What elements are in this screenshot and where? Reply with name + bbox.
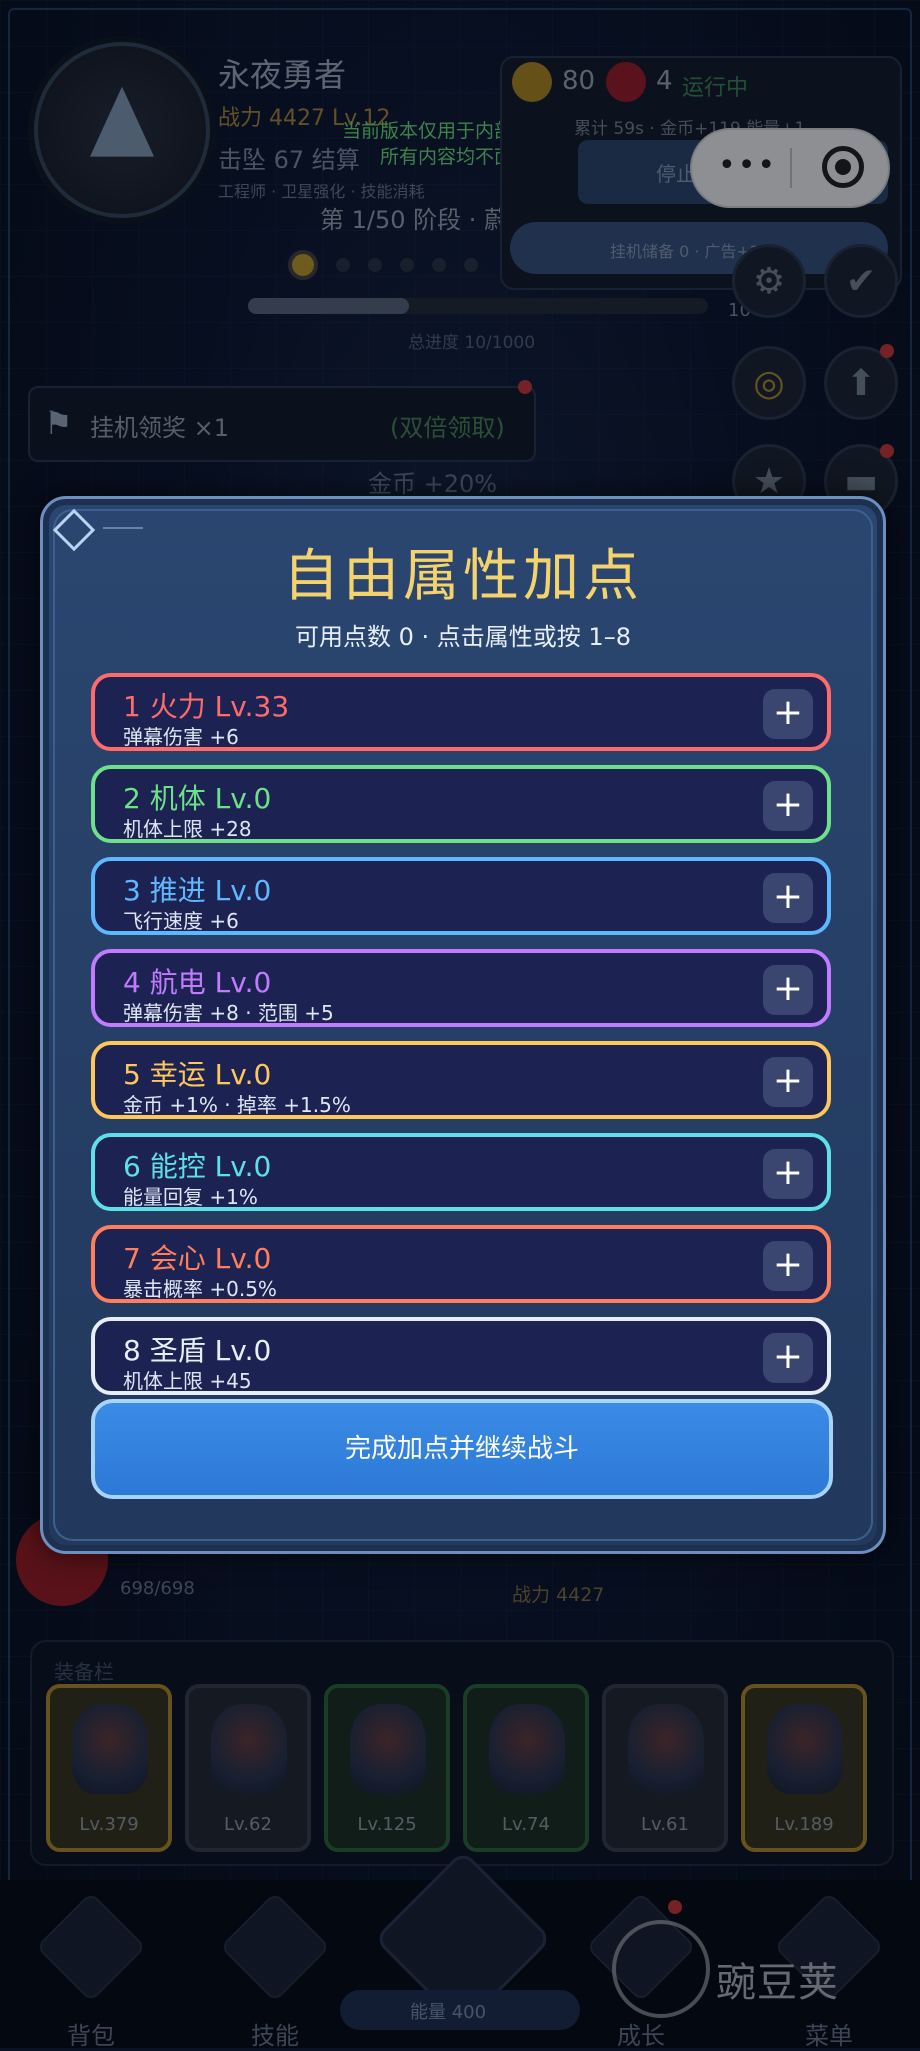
add-point-button[interactable]: + bbox=[763, 1333, 813, 1383]
attribute-desc: 弹幕伤害 +8 · 范围 +5 bbox=[123, 1001, 334, 1025]
attribute-row[interactable]: 2 机体 Lv.0 机体上限 +28 + bbox=[91, 765, 831, 843]
attribute-points-modal: 自由属性加点 可用点数 0 · 点击属性或按 1–8 1 火力 Lv.33 弹幕伤… bbox=[40, 496, 886, 1554]
attribute-desc: 机体上限 +28 bbox=[123, 817, 252, 841]
attribute-row[interactable]: 1 火力 Lv.33 弹幕伤害 +6 + bbox=[91, 673, 831, 751]
finish-allocation-button[interactable]: 完成加点并继续战斗 bbox=[91, 1399, 833, 1499]
add-point-button[interactable]: + bbox=[763, 965, 813, 1015]
attribute-name: 1 火力 Lv.33 bbox=[123, 690, 290, 723]
attribute-row[interactable]: 8 圣盾 Lv.0 机体上限 +45 + bbox=[91, 1317, 831, 1395]
attribute-name: 8 圣盾 Lv.0 bbox=[123, 1334, 272, 1367]
attribute-name: 7 会心 Lv.0 bbox=[123, 1242, 272, 1275]
attribute-name: 2 机体 Lv.0 bbox=[123, 782, 272, 815]
add-point-button[interactable]: + bbox=[763, 1241, 813, 1291]
modal-title: 自由属性加点 bbox=[283, 544, 643, 609]
attribute-row[interactable]: 7 会心 Lv.0 暴击概率 +0.5% + bbox=[91, 1225, 831, 1303]
deco-line bbox=[103, 527, 143, 529]
attribute-name: 4 航电 Lv.0 bbox=[123, 966, 272, 999]
finish-allocation-label: 完成加点并继续战斗 bbox=[344, 1434, 579, 1464]
add-point-button[interactable]: + bbox=[763, 689, 813, 739]
attribute-desc: 机体上限 +45 bbox=[123, 1369, 252, 1393]
attribute-name: 5 幸运 Lv.0 bbox=[123, 1058, 272, 1091]
attribute-desc: 飞行速度 +6 bbox=[123, 909, 239, 933]
add-point-button[interactable]: + bbox=[763, 1057, 813, 1107]
attribute-row[interactable]: 3 推进 Lv.0 飞行速度 +6 + bbox=[91, 857, 831, 935]
add-point-button[interactable]: + bbox=[763, 781, 813, 831]
attribute-row[interactable]: 4 航电 Lv.0 弹幕伤害 +8 · 范围 +5 + bbox=[91, 949, 831, 1027]
attribute-desc: 暴击概率 +0.5% bbox=[123, 1277, 277, 1301]
attribute-name: 3 推进 Lv.0 bbox=[123, 874, 272, 907]
attribute-desc: 弹幕伤害 +6 bbox=[123, 725, 239, 749]
attribute-desc: 能量回复 +1% bbox=[123, 1185, 258, 1209]
attribute-row[interactable]: 6 能控 Lv.0 能量回复 +1% + bbox=[91, 1133, 831, 1211]
attribute-desc: 金币 +1% · 掉率 +1.5% bbox=[123, 1093, 351, 1117]
attribute-row[interactable]: 5 幸运 Lv.0 金币 +1% · 掉率 +1.5% + bbox=[91, 1041, 831, 1119]
modal-subtitle: 可用点数 0 · 点击属性或按 1–8 bbox=[295, 623, 631, 651]
add-point-button[interactable]: + bbox=[763, 1149, 813, 1199]
add-point-button[interactable]: + bbox=[763, 873, 813, 923]
attribute-name: 6 能控 Lv.0 bbox=[123, 1150, 272, 1183]
